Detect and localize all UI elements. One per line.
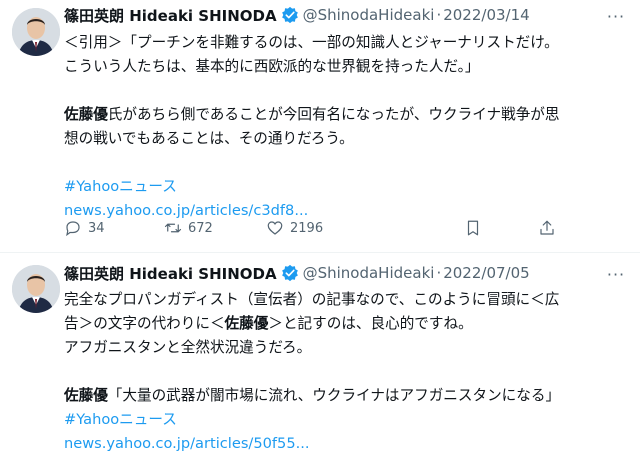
avatar-photo (12, 265, 60, 313)
text-line: 佐藤優「大量の武器が闇市場に流れ、ウクライナはアフガニスタンになる」 (64, 384, 628, 408)
more-icon[interactable]: ··· (604, 264, 628, 284)
retweet-button[interactable]: 672 (164, 216, 213, 240)
retweet-icon (164, 223, 182, 233)
share-icon (540, 220, 554, 235)
retweet-count: 672 (188, 220, 213, 236)
text-line: 佐藤優氏があちら側であることが今回有名になったが、ウクライナ戦争が思 (64, 103, 628, 127)
reply-count: 34 (88, 220, 105, 236)
hashtag-link[interactable]: #Yahooニュース (64, 408, 628, 432)
text-line: 告＞の文字の代わりに＜佐藤優＞と記すのは、良心的ですね。 (64, 312, 628, 336)
author-name[interactable]: 篠田英朗 Hideaki SHINODA (64, 5, 277, 26)
text-line: 完全なプロパンガディスト（宣伝者）の記事なので、このように冒頭に＜広 (64, 291, 560, 308)
tweet-date[interactable]: 2022/03/14 (443, 6, 529, 24)
avatar[interactable] (12, 8, 60, 56)
bold-name: 佐藤優 (64, 387, 108, 404)
tweet[interactable]: 篠田英朗 Hideaki SHINODA @ShinodaHideaki · 2… (0, 0, 640, 252)
text-line: 想の戦いでもあることは、その通りだろう。 (64, 130, 354, 147)
text-segment: 氏があちら側であることが今回有名になったが、ウクライナ戦争が思 (107, 106, 560, 123)
article-link[interactable]: news.yahoo.co.jp/articles/50f55... (64, 432, 628, 456)
reply-button[interactable]: 34 (64, 216, 105, 240)
share-button[interactable] (538, 216, 562, 240)
heart-icon (267, 221, 283, 235)
more-icon[interactable]: ··· (604, 6, 628, 26)
bookmark-button[interactable] (464, 216, 488, 240)
bookmark-icon (467, 220, 479, 236)
text-line: こういう人たちは、基本的に西欧派的な世界観を持った人だ。」 (64, 58, 480, 75)
tweet-text: 完全なプロパンガディスト（宣伝者）の記事なので、このように冒頭に＜広 告＞の文字… (64, 288, 628, 456)
text-segment: ＞と記すのは、良心的ですね。 (268, 315, 473, 332)
text-line: ＜引用＞「プーチンを非難するのは、一部の知識人とジャーナリストだけ。 (64, 34, 559, 51)
text-line: アフガニスタンと全然状況違うだろ。 (64, 339, 312, 356)
verified-badge-icon (281, 6, 298, 24)
reply-icon (66, 221, 80, 237)
tweet-header: 篠田英朗 Hideaki SHINODA @ShinodaHideaki · 2… (64, 4, 530, 26)
separator-dot: · (436, 6, 442, 24)
tweet-date[interactable]: 2022/07/05 (443, 264, 529, 282)
like-button[interactable]: 2196 (266, 216, 323, 240)
author-handle[interactable]: @ShinodaHideaki (303, 264, 435, 282)
author-name[interactable]: 篠田英朗 Hideaki SHINODA (64, 263, 277, 284)
avatar-photo (12, 8, 60, 56)
tweet-header: 篠田英朗 Hideaki SHINODA @ShinodaHideaki · 2… (64, 262, 530, 284)
avatar[interactable] (12, 265, 60, 313)
tweet-actions: 34 672 2196 (64, 216, 604, 240)
text-segment: 「大量の武器が闇市場に流れ、ウクライナはアフガニスタンになる」 (107, 387, 561, 404)
verified-badge-icon (281, 264, 298, 282)
tweet[interactable]: 篠田英朗 Hideaki SHINODA @ShinodaHideaki · 2… (0, 253, 640, 452)
tweet-text: ＜引用＞「プーチンを非難するのは、一部の知識人とジャーナリストだけ。 こういう人… (64, 31, 628, 223)
hashtag-link[interactable]: #Yahooニュース (64, 175, 628, 199)
text-segment: 告＞の文字の代わりに＜ (64, 315, 225, 332)
bold-name: 佐藤優 (64, 106, 108, 123)
separator-dot: · (436, 264, 442, 282)
author-handle[interactable]: @ShinodaHideaki (303, 6, 435, 24)
bold-name: 佐藤優 (224, 315, 269, 332)
like-count: 2196 (290, 220, 324, 236)
